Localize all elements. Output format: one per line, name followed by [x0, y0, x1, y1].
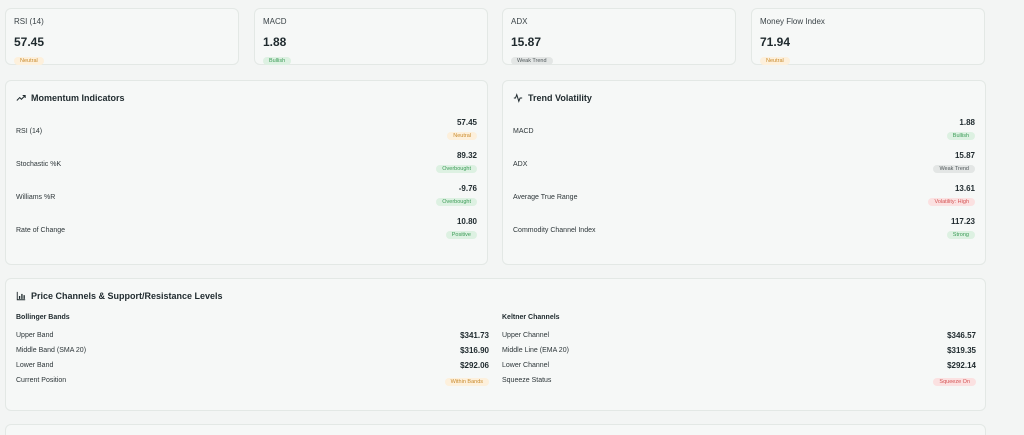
status-badge: Overbought [436, 165, 477, 173]
channel-name: Middle Band (SMA 20) [16, 347, 87, 354]
indicator-name: MACD [513, 128, 534, 135]
momentum-panel: Momentum Indicators RSI (14) 57.45 Neutr… [5, 80, 488, 265]
status-badge: Positive [445, 231, 477, 239]
channel-name: Lower Channel [502, 362, 550, 369]
status-badge: Strong [946, 231, 975, 239]
panel-title: Momentum Indicators [16, 93, 125, 103]
volatility-panel: Trend Volatility MACD 1.88 Bullish ADX 1… [502, 80, 986, 265]
channel-row: Squeeze Status Squeeze On [502, 376, 976, 388]
panel-title-text: Price Channels & Support/Resistance Leve… [31, 291, 223, 301]
indicator-name: Stochastic %K [16, 161, 62, 168]
channel-value: $319.35 [947, 346, 976, 355]
status-badge: Neutral [760, 57, 790, 65]
indicator-name: ADX [513, 161, 528, 168]
indicator-row: ADX 15.87 Weak Trend [513, 151, 975, 181]
indicator-name: Average True Range [513, 194, 578, 201]
stat-label: RSI (14) [14, 17, 44, 26]
indicator-row: Average True Range 13.61 Volatility: Hig… [513, 184, 975, 214]
bar-chart-icon [16, 291, 26, 301]
stat-label: Money Flow Index [760, 17, 825, 26]
indicator-name: Rate of Change [16, 227, 66, 234]
channel-value: $292.14 [947, 361, 976, 370]
status-badge: Weak Trend [511, 57, 553, 65]
channel-row: Middle Line (EMA 20) $319.35 [502, 346, 976, 358]
status-badge: Squeeze On [933, 378, 976, 386]
panel-title-text: Trend Volatility [528, 93, 592, 103]
activity-icon [513, 93, 523, 103]
channel-name: Squeeze Status [502, 377, 552, 384]
stat-label: ADX [511, 17, 528, 26]
status-badge: Overbought [436, 198, 477, 206]
indicator-name: Commodity Channel Index [513, 227, 596, 234]
keltner-heading: Keltner Channels [502, 314, 560, 321]
channel-name: Lower Band [16, 362, 54, 369]
stat-card-mfi: Money Flow Index 71.94 Neutral [751, 8, 985, 65]
stat-card-adx: ADX 15.87 Weak Trend [502, 8, 736, 65]
indicator-row: Stochastic %K 89.32 Overbought [16, 151, 477, 181]
stat-card-macd: MACD 1.88 Bullish [254, 8, 488, 65]
status-badge: Within Bands [444, 378, 489, 386]
status-badge: Volatility: High [928, 198, 975, 206]
status-badge: Neutral [14, 57, 44, 65]
stat-value: 1.88 [263, 35, 287, 49]
stat-card-rsi: RSI (14) 57.45 Neutral [5, 8, 239, 65]
indicator-row: Commodity Channel Index 117.23 Strong [513, 217, 975, 247]
channel-row: Lower Channel $292.14 [502, 361, 976, 373]
bollinger-heading: Bollinger Bands [16, 314, 70, 321]
next-panel [5, 424, 986, 435]
channel-name: Upper Band [16, 332, 54, 339]
indicator-value: 1.88 [959, 118, 975, 127]
indicator-row: Rate of Change 10.80 Positive [16, 217, 477, 247]
indicator-value: 15.87 [954, 151, 975, 160]
panel-title-text: Momentum Indicators [31, 93, 125, 103]
indicator-row: RSI (14) 57.45 Neutral [16, 118, 477, 148]
indicator-value: -9.76 [458, 184, 477, 193]
channel-value: $341.73 [460, 331, 489, 340]
panel-title: Trend Volatility [513, 93, 592, 103]
status-badge: Bullish [946, 132, 975, 140]
stat-label: MACD [263, 17, 287, 26]
price-channels-panel: Price Channels & Support/Resistance Leve… [5, 278, 986, 411]
indicator-name: RSI (14) [16, 128, 43, 135]
channel-name: Current Position [16, 377, 67, 384]
indicator-name: Williams %R [16, 194, 56, 201]
channel-value: $346.57 [947, 331, 976, 340]
channel-row: Current Position Within Bands [16, 376, 489, 388]
indicator-row: Williams %R -9.76 Overbought [16, 184, 477, 214]
channel-row: Upper Band $341.73 [16, 331, 489, 343]
panel-title: Price Channels & Support/Resistance Leve… [16, 291, 223, 301]
stat-value: 71.94 [760, 35, 791, 49]
indicator-value: 13.61 [954, 184, 975, 193]
channel-value: $292.06 [460, 361, 489, 370]
indicator-value: 117.23 [950, 217, 975, 226]
channel-value: $316.90 [460, 346, 489, 355]
indicator-row: MACD 1.88 Bullish [513, 118, 975, 148]
channel-row: Lower Band $292.06 [16, 361, 489, 373]
indicator-value: 57.45 [456, 118, 477, 127]
stat-value: 57.45 [14, 35, 45, 49]
channel-name: Upper Channel [502, 332, 550, 339]
channel-row: Upper Channel $346.57 [502, 331, 976, 343]
status-badge: Neutral [447, 132, 477, 140]
channel-row: Middle Band (SMA 20) $316.90 [16, 346, 489, 358]
channel-name: Middle Line (EMA 20) [502, 347, 569, 354]
status-badge: Bullish [263, 57, 292, 65]
trending-up-icon [16, 95, 26, 101]
stat-value: 15.87 [511, 35, 542, 49]
indicator-value: 10.80 [456, 217, 477, 226]
status-badge: Weak Trend [933, 165, 975, 173]
indicator-value: 89.32 [456, 151, 477, 160]
